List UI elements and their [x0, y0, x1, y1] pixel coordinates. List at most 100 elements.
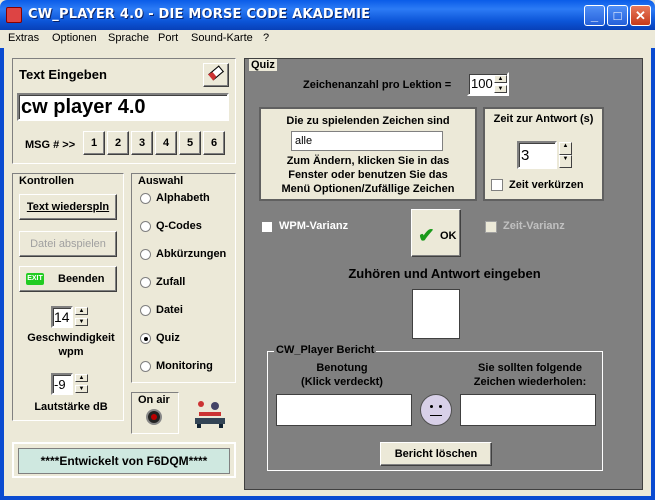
listen-label: Zuhören und Antwort eingeben: [348, 266, 541, 281]
quit-label: Beenden: [58, 273, 105, 285]
on-air-label: On air: [138, 394, 170, 406]
wpm-variance-label: WPM-Varianz: [279, 220, 349, 232]
time-variance-checkbox[interactable]: [485, 221, 497, 233]
radio-monitoring[interactable]: [140, 361, 151, 372]
close-button[interactable]: ✕: [630, 5, 651, 26]
radio-random[interactable]: [140, 277, 151, 288]
report-panel: CW_Player Bericht Benotung (Klick verdec…: [267, 344, 603, 471]
radio-abbreviations[interactable]: [140, 249, 151, 260]
radio-quiz[interactable]: [140, 333, 151, 344]
speed-value: 14: [54, 309, 70, 325]
msg-label: MSG # >>: [25, 139, 76, 151]
app-icon: [6, 7, 22, 23]
shorten-time-checkbox[interactable]: [491, 179, 503, 191]
selection-panel: Auswahl Alphabeth Q-Codes Abkürzungen Zu…: [131, 173, 236, 383]
window-title: CW_PLAYER 4.0 - DIE MORSE CODE AKADEMIE: [28, 7, 371, 22]
chars-help-3: Menü Optionen/Zufällige Zeichen: [281, 183, 455, 195]
chars-per-lesson-label: Zeichenanzahl pro Lektion =: [303, 79, 452, 91]
morse-text-input[interactable]: cw player 4.0: [17, 93, 229, 121]
wpm-variance-checkbox[interactable]: [261, 221, 273, 233]
radio-quiz-label: Quiz: [156, 332, 180, 344]
msg-button-1[interactable]: 1: [83, 131, 105, 155]
quiz-label: Quiz: [249, 59, 277, 71]
radio-monitoring-label: Monitoring: [156, 360, 213, 372]
selection-label: Auswahl: [136, 175, 186, 187]
chars-value: alle: [295, 135, 313, 147]
chars-help-2: Fenster oder benutzen Sie das: [288, 169, 448, 181]
answer-time-label: Zeit zur Antwort (s): [493, 113, 594, 125]
msg-button-4[interactable]: 4: [155, 131, 177, 155]
ok-label: OK: [440, 230, 457, 242]
morse-key-icon: [193, 396, 229, 430]
volume-label: Lautstärke dB: [34, 401, 108, 413]
speed-label: Geschwindigkeit: [27, 332, 115, 344]
chars-box-title: Die zu spielenden Zeichen sind: [286, 115, 450, 127]
eraser-button[interactable]: [203, 63, 229, 87]
chars-box: Die zu spielenden Zeichen sind alle Zum …: [259, 107, 477, 201]
quiz-panel: Quiz Zeichenanzahl pro Lektion = 100 ▲ ▼…: [244, 58, 643, 490]
report-label: CW_Player Bericht: [274, 344, 377, 356]
controls-label: Kontrollen: [17, 175, 76, 187]
chars-field[interactable]: alle: [291, 131, 443, 151]
chars-down-button[interactable]: ▼: [494, 85, 507, 93]
minimize-button[interactable]: _: [584, 5, 605, 26]
radio-file[interactable]: [140, 305, 151, 316]
speed-up-button[interactable]: ▲: [75, 307, 88, 315]
controls-panel: Kontrollen Text wiederspln Datei abspiel…: [12, 173, 124, 421]
msg-button-2[interactable]: 2: [107, 131, 129, 155]
answer-time-box: Zeit zur Antwort (s) 3 ▲ ▼ Zeit verkürze…: [483, 107, 604, 201]
menu-extras[interactable]: Extras: [8, 32, 39, 44]
speed-down-button[interactable]: ▼: [75, 318, 88, 326]
chars-per-lesson-field[interactable]: 100 ▲ ▼: [467, 72, 509, 96]
clear-report-button[interactable]: Bericht löschen: [380, 442, 492, 466]
exit-icon: EXIT: [26, 273, 44, 285]
repeat-field[interactable]: [460, 394, 596, 426]
msg-button-6[interactable]: 6: [203, 131, 225, 155]
answer-time-down-button[interactable]: ▼: [559, 155, 572, 168]
title-bar: CW_PLAYER 4.0 - DIE MORSE CODE AKADEMIE …: [0, 0, 655, 30]
speed-field[interactable]: 14: [51, 306, 73, 328]
eraser-icon: [208, 65, 224, 81]
volume-field[interactable]: -9: [51, 373, 73, 395]
credit-frame: ****Entwickelt von F6DQM****: [12, 442, 236, 478]
answer-time-up-button[interactable]: ▲: [559, 142, 572, 155]
on-air-led: [146, 409, 162, 425]
morse-text-value: cw player 4.0: [21, 96, 146, 118]
menu-optionen[interactable]: Optionen: [52, 32, 97, 44]
ok-button[interactable]: ✔ OK: [411, 209, 461, 257]
text-input-panel: Text Eingeben cw player 4.0 MSG # >> 1 2…: [12, 58, 236, 164]
answer-time-field[interactable]: 3: [517, 141, 557, 169]
menu-sprache[interactable]: Sprache: [108, 32, 149, 44]
window-frame-left: [0, 48, 4, 500]
menu-sound-karte[interactable]: Sound-Karte: [191, 32, 253, 44]
menu-help[interactable]: ?: [263, 32, 269, 44]
grade-label-1: Benotung: [316, 362, 368, 374]
menu-port[interactable]: Port: [158, 32, 178, 44]
chars-per-lesson-value: 100: [471, 76, 493, 91]
msg-button-3[interactable]: 3: [131, 131, 153, 155]
grade-field[interactable]: [276, 394, 412, 426]
radio-alphabet-label: Alphabeth: [156, 192, 210, 204]
maximize-button[interactable]: □: [607, 5, 628, 26]
grade-label-2: (Klick verdeckt): [301, 376, 383, 388]
radio-random-label: Zufall: [156, 276, 186, 288]
window-frame-bottom: [0, 496, 655, 500]
chars-up-button[interactable]: ▲: [494, 75, 507, 83]
volume-up-button[interactable]: ▲: [75, 374, 88, 382]
shorten-time-label: Zeit verkürzen: [509, 179, 584, 191]
window-frame-right: [651, 48, 655, 500]
repeat-label-2: Zeichen wiederholen:: [473, 376, 587, 388]
radio-alphabet[interactable]: [140, 193, 151, 204]
radio-q-codes[interactable]: [140, 221, 151, 232]
repeat-label-1: Sie sollten folgende: [478, 362, 582, 374]
answer-time-value: 3: [521, 147, 530, 164]
radio-q-codes-label: Q-Codes: [156, 220, 202, 232]
replay-text-button[interactable]: Text wiederspln: [19, 194, 117, 220]
msg-button-5[interactable]: 5: [179, 131, 201, 155]
volume-down-button[interactable]: ▼: [75, 385, 88, 393]
smiley-icon: [420, 394, 452, 426]
quit-button[interactable]: EXIT Beenden: [19, 266, 117, 292]
play-file-button[interactable]: Datei abspielen: [19, 231, 117, 257]
credit-text: ****Entwickelt von F6DQM****: [18, 448, 230, 474]
answer-input[interactable]: [412, 289, 460, 339]
